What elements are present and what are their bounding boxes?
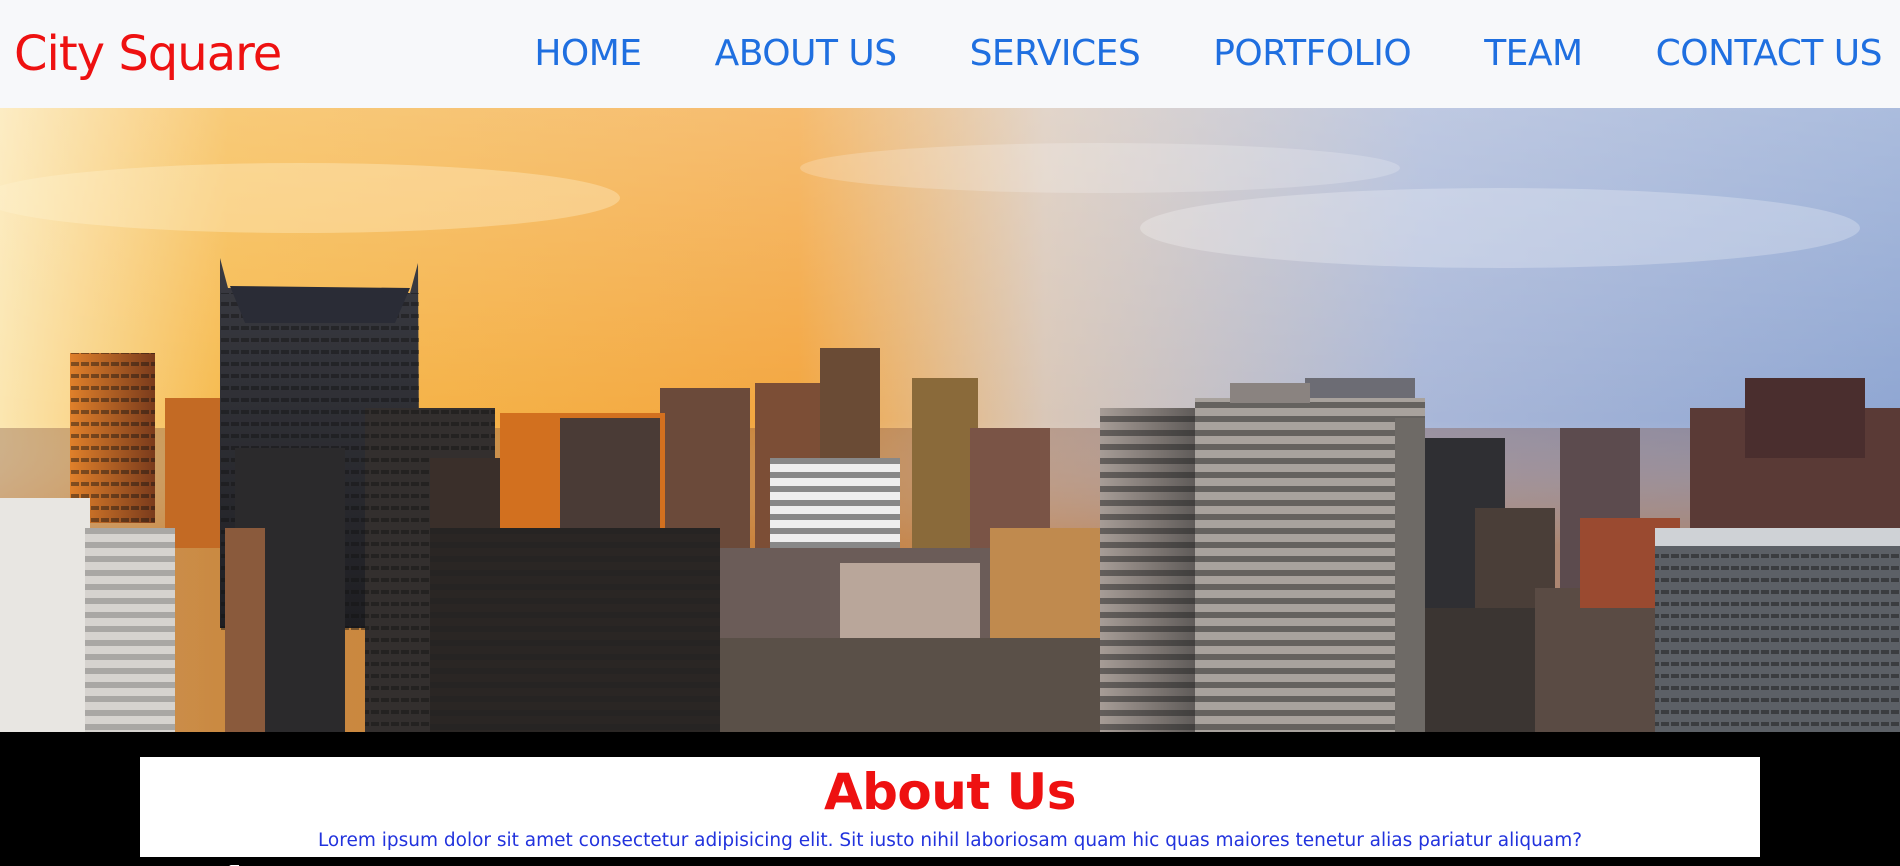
navbar: City Square HOME ABOUT US SERVICES PORTF… xyxy=(0,0,1900,108)
nav-link-about-us[interactable]: ABOUT US xyxy=(642,28,898,80)
hero-image xyxy=(0,108,1900,732)
nav-link-contact-us[interactable]: CONTACT US xyxy=(1583,28,1883,80)
brand-logo[interactable]: City Square xyxy=(14,22,282,86)
nav-link-services[interactable]: SERVICES xyxy=(897,28,1141,80)
city-skyline-illustration xyxy=(0,108,1900,732)
about-description: Lorem ipsum dolor sit amet consectetur a… xyxy=(317,830,1583,851)
nav-links: HOME ABOUT US SERVICES PORTFOLIO TEAM CO… xyxy=(534,28,1882,80)
nav-link-team[interactable]: TEAM xyxy=(1411,28,1583,80)
clipped-text-fragment xyxy=(143,858,253,866)
about-title: About Us xyxy=(823,763,1077,821)
about-section: About Us Lorem ipsum dolor sit amet cons… xyxy=(140,757,1760,857)
nav-link-home[interactable]: HOME xyxy=(534,28,642,80)
nav-link-portfolio[interactable]: PORTFOLIO xyxy=(1140,28,1411,80)
